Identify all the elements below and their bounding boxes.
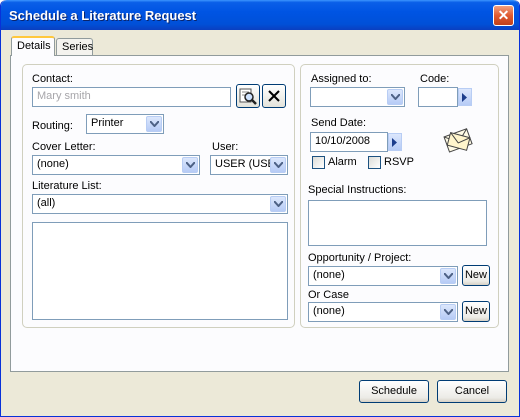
routing-dropdown[interactable]: Printer <box>86 114 164 134</box>
tab-details[interactable]: Details <box>11 36 55 56</box>
cancel-button[interactable]: Cancel <box>437 380 507 403</box>
routing-label: Routing: <box>32 120 73 132</box>
assigned-to-dropdown[interactable] <box>310 87 405 107</box>
opportunity-value: (none) <box>313 269 345 281</box>
window-title: Schedule a Literature Request <box>9 8 197 23</box>
send-date-label: Send Date: <box>311 117 367 129</box>
send-date-field[interactable]: 10/10/2008 <box>310 132 388 152</box>
or-case-value: (none) <box>313 305 345 317</box>
opportunity-new-button[interactable]: New <box>462 265 490 286</box>
code-label: Code: <box>420 73 450 85</box>
contact-label: Contact: <box>32 73 73 85</box>
rsvp-label: RSVP <box>384 156 414 168</box>
left-group: Contact: Mary smith Routing: Printer Cov… <box>22 64 295 328</box>
routing-value: Printer <box>91 117 124 129</box>
dropdown-arrow-icon[interactable] <box>146 116 162 132</box>
close-button[interactable]: ✕ <box>493 5 514 26</box>
tab-details-label: Details <box>17 40 51 52</box>
user-label: User: <box>212 141 239 153</box>
dialog-content: Details Series Contact: Mary smith Routi… <box>1 30 519 416</box>
date-arrow-icon <box>462 93 467 102</box>
title-bar[interactable]: Schedule a Literature Request ✕ <box>1 0 519 30</box>
right-group: Assigned to: Code: Send Date: 10/10/2008 <box>300 64 499 328</box>
dialog-window: Schedule a Literature Request ✕ Details … <box>0 0 520 417</box>
schedule-button[interactable]: Schedule <box>359 380 429 403</box>
dropdown-arrow-icon[interactable] <box>270 157 286 173</box>
assigned-to-label: Assigned to: <box>311 73 372 85</box>
code-field[interactable] <box>418 87 458 107</box>
contact-lookup-button[interactable] <box>236 84 260 108</box>
code-picker-button[interactable] <box>458 88 472 106</box>
user-dropdown[interactable]: USER (USER <box>210 155 288 175</box>
send-date-picker-button[interactable] <box>388 133 402 151</box>
or-case-new-button[interactable]: New <box>462 301 490 322</box>
rsvp-checkbox[interactable] <box>368 156 381 169</box>
special-instructions-textarea[interactable] <box>308 200 487 246</box>
or-case-dropdown[interactable]: (none) <box>308 302 458 322</box>
clear-x-icon <box>268 90 280 102</box>
opportunity-label: Opportunity / Project: <box>308 252 412 264</box>
lookup-icon <box>239 88 257 105</box>
literature-list-label: Literature List: <box>32 180 102 192</box>
literature-list-value: (all) <box>37 197 56 209</box>
dropdown-arrow-icon[interactable] <box>182 157 198 173</box>
cover-letter-dropdown[interactable]: (none) <box>32 155 200 175</box>
dropdown-arrow-icon[interactable] <box>440 268 456 284</box>
cover-letter-label: Cover Letter: <box>32 141 96 153</box>
literature-list-dropdown[interactable]: (all) <box>32 194 288 214</box>
cover-letter-value: (none) <box>37 158 69 170</box>
special-instructions-label: Special Instructions: <box>308 184 407 196</box>
details-tab-page: Contact: Mary smith Routing: Printer Cov… <box>10 55 509 372</box>
literature-listbox[interactable] <box>32 222 288 320</box>
opportunity-dropdown[interactable]: (none) <box>308 266 458 286</box>
tab-series-label: Series <box>62 41 94 53</box>
alarm-label: Alarm <box>328 156 357 168</box>
contact-field[interactable]: Mary smith <box>32 87 231 107</box>
contact-clear-button[interactable] <box>262 84 286 108</box>
tab-series[interactable]: Series <box>56 38 93 56</box>
dropdown-arrow-icon[interactable] <box>270 196 286 212</box>
dropdown-arrow-icon[interactable] <box>387 89 403 105</box>
date-arrow-icon <box>392 138 397 147</box>
letters-icon <box>443 128 473 153</box>
alarm-checkbox[interactable] <box>312 156 325 169</box>
or-case-label: Or Case <box>308 289 349 301</box>
dropdown-arrow-icon[interactable] <box>440 304 456 320</box>
